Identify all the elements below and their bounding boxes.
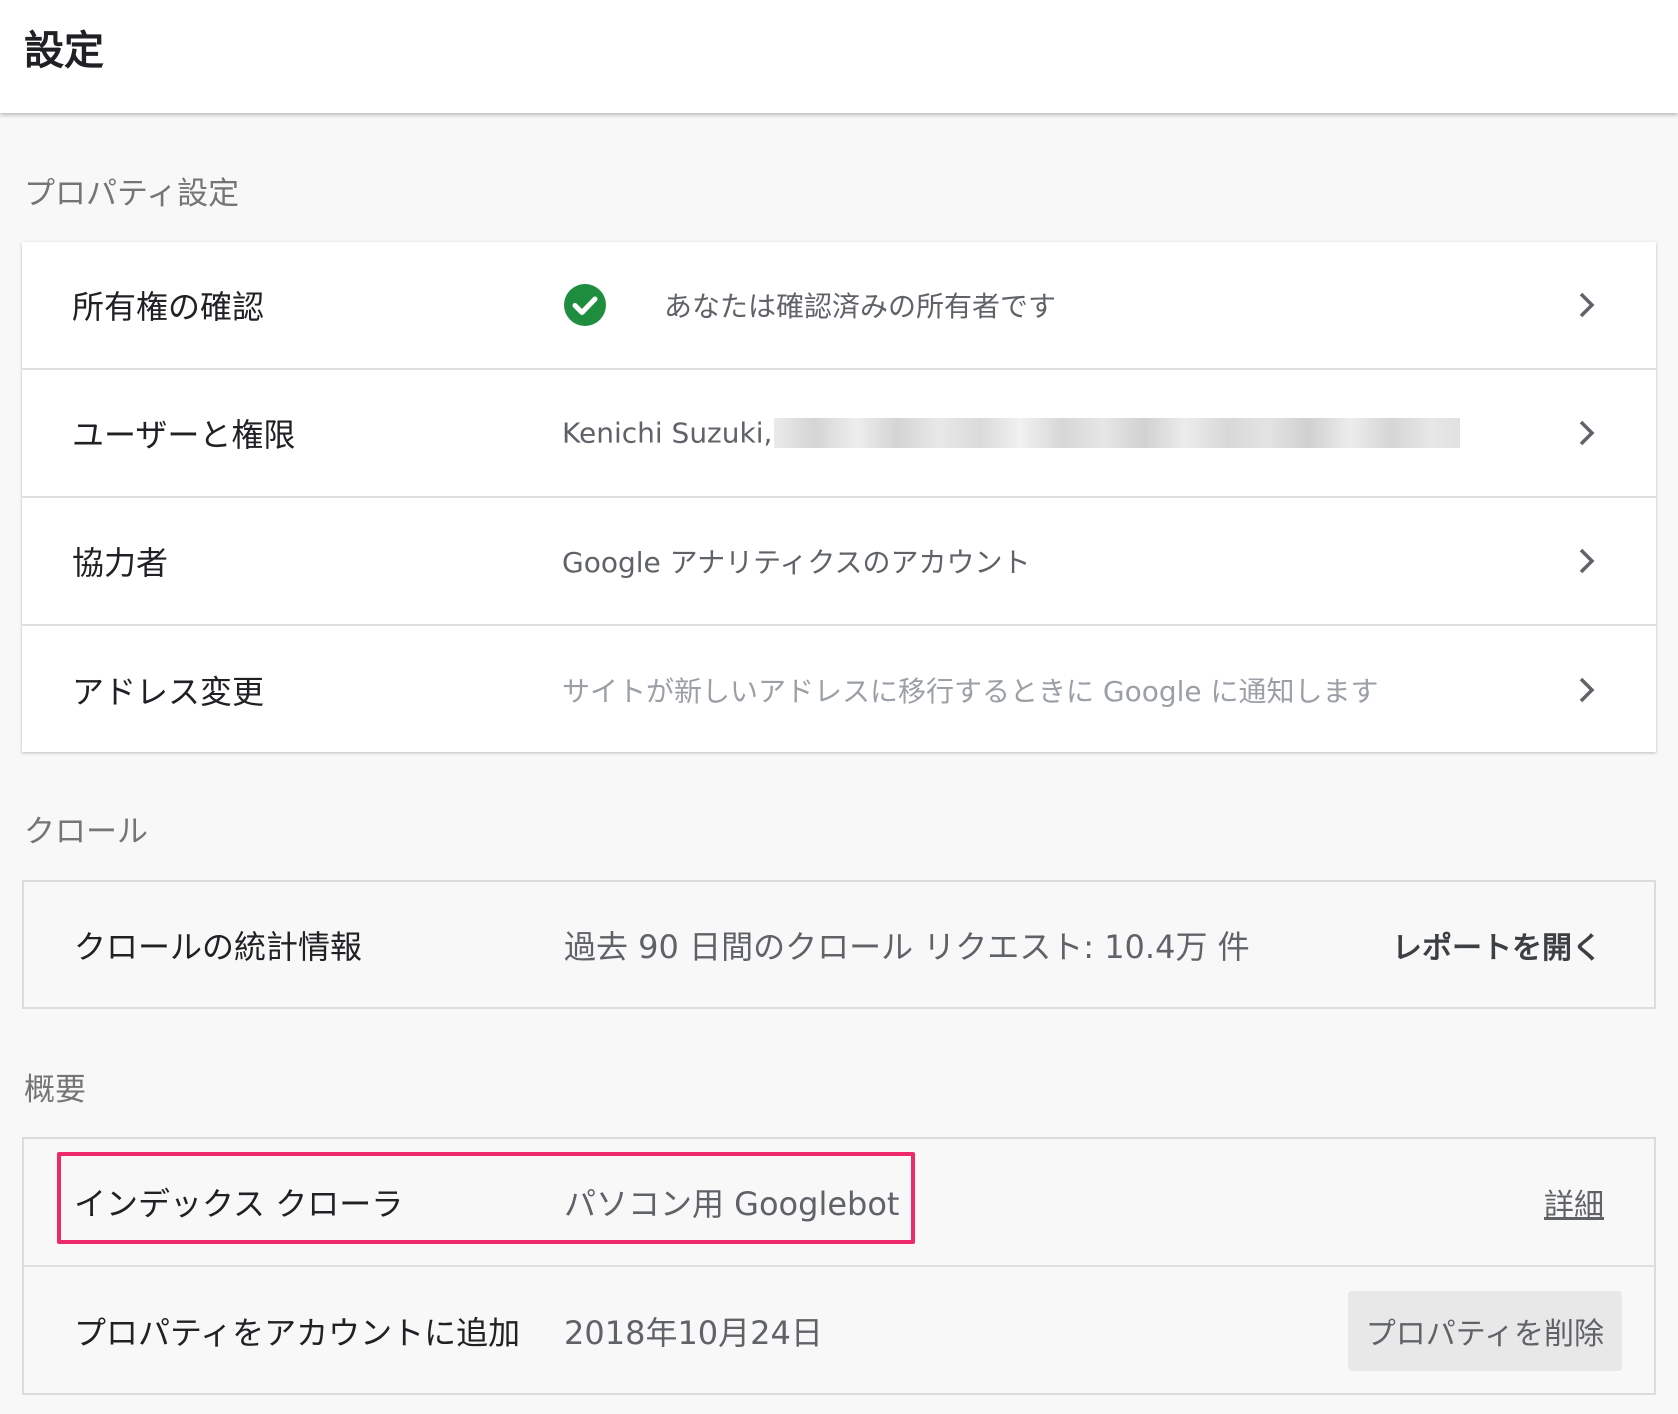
row-label: インデックス クローラ xyxy=(74,1185,404,1223)
remove-property-button[interactable]: プロパティを削除 xyxy=(1347,1291,1622,1371)
crawl-card: クロールの統計情報 過去 90 日間のクロール リクエスト: 10.4万 件 レ… xyxy=(22,880,1656,1009)
row-index-crawler: インデックス クローラ パソコン用 Googlebot 詳細 xyxy=(24,1139,1654,1267)
details-link[interactable]: 詳細 xyxy=(1544,1180,1604,1224)
redacted-users-blur xyxy=(774,418,1460,448)
section-heading-crawl: クロール xyxy=(24,814,148,850)
section-heading-property: プロパティ設定 xyxy=(24,176,240,212)
chevron-right-icon xyxy=(1579,420,1595,446)
row-value: Google アナリティクスのアカウント xyxy=(562,546,1031,579)
row-associates[interactable]: 協力者 Google アナリティクスのアカウント xyxy=(22,498,1656,626)
row-users-permissions[interactable]: ユーザーと権限 Kenichi Suzuki, xyxy=(22,370,1656,498)
row-label: プロパティをアカウントに追加 xyxy=(74,1314,521,1352)
page-header: 設定 xyxy=(0,0,1678,113)
property-settings-card: 所有権の確認 あなたは確認済みの所有者です ユーザーと権限 Kenichi Su… xyxy=(22,242,1656,752)
row-value: サイトが新しいアドレスに移行するときに Google に通知します xyxy=(562,675,1379,708)
row-add-property-to-account: プロパティをアカウントに追加 2018年10月24日 プロパティを削除 xyxy=(24,1267,1654,1395)
row-label: 協力者 xyxy=(72,544,169,582)
row-value: Kenichi Suzuki, xyxy=(562,416,773,450)
row-label: 所有権の確認 xyxy=(72,288,265,326)
check-circle-icon xyxy=(564,284,606,326)
section-heading-overview: 概要 xyxy=(24,1072,86,1108)
row-value: 過去 90 日間のクロール リクエスト: 10.4万 件 xyxy=(564,927,1250,966)
row-value: あなたは確認済みの所有者です xyxy=(664,290,1057,323)
row-label: アドレス変更 xyxy=(72,673,265,711)
row-ownership-verification[interactable]: 所有権の確認 あなたは確認済みの所有者です xyxy=(22,242,1656,370)
page-title: 設定 xyxy=(24,28,104,74)
open-report-link[interactable]: レポートを開く xyxy=(1392,923,1602,967)
chevron-right-icon xyxy=(1579,548,1595,574)
row-change-of-address[interactable]: アドレス変更 サイトが新しいアドレスに移行するときに Google に通知します xyxy=(22,626,1656,754)
row-value: 2018年10月24日 xyxy=(564,1314,823,1352)
row-crawl-stats: クロールの統計情報 過去 90 日間のクロール リクエスト: 10.4万 件 レ… xyxy=(24,882,1654,1007)
chevron-right-icon xyxy=(1579,292,1595,318)
overview-card: インデックス クローラ パソコン用 Googlebot 詳細 プロパティをアカウ… xyxy=(22,1137,1656,1395)
row-label: クロールの統計情報 xyxy=(74,927,363,966)
row-value: パソコン用 Googlebot xyxy=(564,1185,900,1223)
row-label: ユーザーと権限 xyxy=(72,416,296,454)
chevron-right-icon xyxy=(1579,677,1595,703)
